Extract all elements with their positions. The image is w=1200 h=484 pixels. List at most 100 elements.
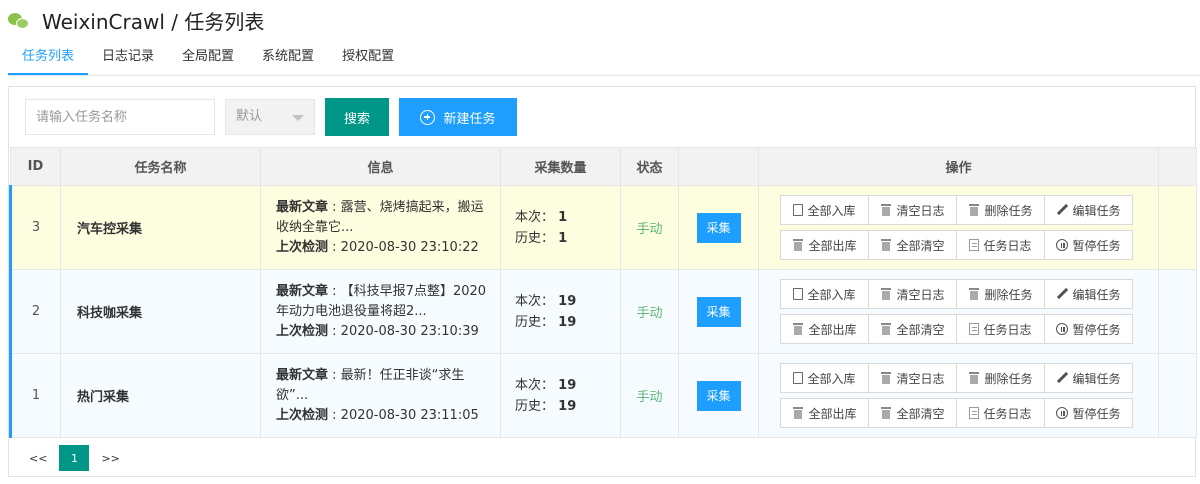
check-label: 上次检测 xyxy=(276,407,329,423)
task-count: 本次： 1 历史： 1 xyxy=(500,185,621,270)
clear-all-button[interactable]: 全部清空 xyxy=(868,230,957,260)
collect-button[interactable]: 采集 xyxy=(696,296,741,327)
article-label: 最新文章 xyxy=(276,283,329,299)
op-label: 任务日志 xyxy=(983,238,1032,253)
collect-button[interactable]: 采集 xyxy=(696,212,741,243)
wechat-logo-icon xyxy=(8,10,30,30)
collect-cell: 采集 xyxy=(678,185,759,270)
status-badge: 手动 xyxy=(620,353,679,438)
op-label: 删除任务 xyxy=(984,371,1033,386)
export-all-button[interactable]: 全部出库 xyxy=(780,314,869,344)
column-header-ops: 操作 xyxy=(758,147,1159,186)
last-checked: 2020-08-30 23:10:22 xyxy=(340,239,479,255)
last-checked: 2020-08-30 23:11:05 xyxy=(340,407,479,423)
count-now: 1 xyxy=(558,209,568,225)
store-all-button[interactable]: 全部入库 xyxy=(780,279,869,309)
collect-cell: 采集 xyxy=(678,269,759,354)
task-id: 1 xyxy=(9,353,61,438)
page-next-button[interactable]: >> xyxy=(93,445,127,471)
op-label: 清空日志 xyxy=(896,203,945,218)
export-all-button[interactable]: 全部出库 xyxy=(780,398,869,428)
article-label: 最新文章 xyxy=(276,199,329,215)
table-row[interactable]: 1 热门采集 最新文章 : 最新！任正非谈“求生欲”... 上次检测 : 2020-0… xyxy=(9,353,1197,438)
column-header-count: 采集数量 xyxy=(500,147,621,186)
delete-task-button[interactable]: 删除任务 xyxy=(956,195,1045,225)
op-label: 任务日志 xyxy=(983,406,1032,421)
edit-task-button[interactable]: 编辑任务 xyxy=(1044,195,1133,225)
op-label: 任务日志 xyxy=(983,322,1032,337)
tab-global-config[interactable]: 全局配置 xyxy=(168,40,248,75)
pencil-icon xyxy=(1056,204,1068,216)
page-prev-button[interactable]: << xyxy=(21,445,55,471)
task-info: 最新文章 : 最新！任正非谈“求生欲”... 上次检测 : 2020-08-30 … xyxy=(260,353,501,438)
task-log-button[interactable]: 任务日志 xyxy=(956,230,1045,260)
page-current-button[interactable]: 1 xyxy=(59,445,90,471)
collect-button[interactable]: 采集 xyxy=(696,380,741,411)
trash-icon xyxy=(792,239,804,251)
extra-cell xyxy=(1158,269,1197,354)
task-log-button[interactable]: 任务日志 xyxy=(956,398,1045,428)
ops-cell: 全部入库 清空日志 删除任务 编辑任务全部出库 全部清空 任务日志 暂停任务 xyxy=(758,353,1159,438)
mode-select[interactable]: 默认 xyxy=(225,99,315,135)
pause-icon xyxy=(1056,323,1069,335)
clear-all-button[interactable]: 全部清空 xyxy=(868,314,957,344)
table-row[interactable]: 3 汽车控采集 最新文章 : 露营、烧烤搞起来，搬运收纳全靠它... 上次检测 : 2… xyxy=(9,185,1197,270)
tab-log[interactable]: 日志记录 xyxy=(88,40,168,75)
op-label: 编辑任务 xyxy=(1072,203,1121,218)
article-label: 最新文章 xyxy=(276,367,329,383)
collect-cell: 采集 xyxy=(678,353,759,438)
task-log-button[interactable]: 任务日志 xyxy=(956,314,1045,344)
clear-log-button[interactable]: 清空日志 xyxy=(868,195,957,225)
op-label: 全部清空 xyxy=(896,406,945,421)
delete-task-button[interactable]: 删除任务 xyxy=(956,363,1045,393)
count-history-label: 历史 xyxy=(515,314,542,330)
pause-task-button[interactable]: 暂停任务 xyxy=(1044,230,1133,260)
column-header-info: 信息 xyxy=(260,147,501,186)
export-all-button[interactable]: 全部出库 xyxy=(780,230,869,260)
pause-task-button[interactable]: 暂停任务 xyxy=(1044,398,1133,428)
op-label: 编辑任务 xyxy=(1072,287,1121,302)
clear-log-button[interactable]: 清空日志 xyxy=(868,363,957,393)
store-all-button[interactable]: 全部入库 xyxy=(780,363,869,393)
table-row[interactable]: 2 科技咖采集 最新文章 : 【科技早报7点整】2020年动力电池退役量将超2...… xyxy=(9,269,1197,354)
edit-task-button[interactable]: 编辑任务 xyxy=(1044,279,1133,309)
op-label: 清空日志 xyxy=(896,287,945,302)
pause-task-button[interactable]: 暂停任务 xyxy=(1044,314,1133,344)
ops-cell: 全部入库 清空日志 删除任务 编辑任务全部出库 全部清空 任务日志 暂停任务 xyxy=(758,269,1159,354)
clear-all-button[interactable]: 全部清空 xyxy=(868,398,957,428)
chevron-down-icon xyxy=(292,115,304,121)
extra-cell xyxy=(1158,185,1197,270)
app-header: WeixinCrawl / 任务列表 xyxy=(8,6,264,34)
plus-circle-icon xyxy=(420,109,436,125)
count-history: 19 xyxy=(558,314,577,330)
task-id: 2 xyxy=(9,269,61,354)
task-name-search-input[interactable] xyxy=(25,99,215,135)
doc-icon xyxy=(793,288,804,300)
op-label: 全部入库 xyxy=(807,203,856,218)
op-label: 编辑任务 xyxy=(1072,371,1121,386)
trash-icon xyxy=(968,204,980,216)
trash-icon xyxy=(792,407,804,419)
count-history-label: 历史 xyxy=(515,230,542,246)
tab-auth-config[interactable]: 授权配置 xyxy=(328,40,408,75)
op-label: 全部出库 xyxy=(808,406,857,421)
clear-log-button[interactable]: 清空日志 xyxy=(868,279,957,309)
trash-icon xyxy=(880,204,892,216)
pagination: << 1 >> xyxy=(21,445,128,471)
task-info: 最新文章 : 【科技早报7点整】2020年动力电池退役量将超2... 上次检测 :… xyxy=(260,269,501,354)
store-all-button[interactable]: 全部入库 xyxy=(780,195,869,225)
task-info: 最新文章 : 露营、烧烤搞起来，搬运收纳全靠它... 上次检测 : 2020-08… xyxy=(260,185,501,270)
log-icon xyxy=(969,323,980,335)
edit-task-button[interactable]: 编辑任务 xyxy=(1044,363,1133,393)
tab-system-config[interactable]: 系统配置 xyxy=(248,40,328,75)
count-now: 19 xyxy=(558,377,577,393)
pause-icon xyxy=(1056,239,1069,251)
count-history: 1 xyxy=(558,230,568,246)
new-task-button[interactable]: 新建任务 xyxy=(399,98,517,136)
column-header-status: 状态 xyxy=(620,147,679,186)
tab-task-list[interactable]: 任务列表 xyxy=(8,40,89,75)
search-button[interactable]: 搜索 xyxy=(325,98,389,136)
trash-icon xyxy=(968,288,980,300)
count-now: 19 xyxy=(558,293,577,309)
delete-task-button[interactable]: 删除任务 xyxy=(956,279,1045,309)
